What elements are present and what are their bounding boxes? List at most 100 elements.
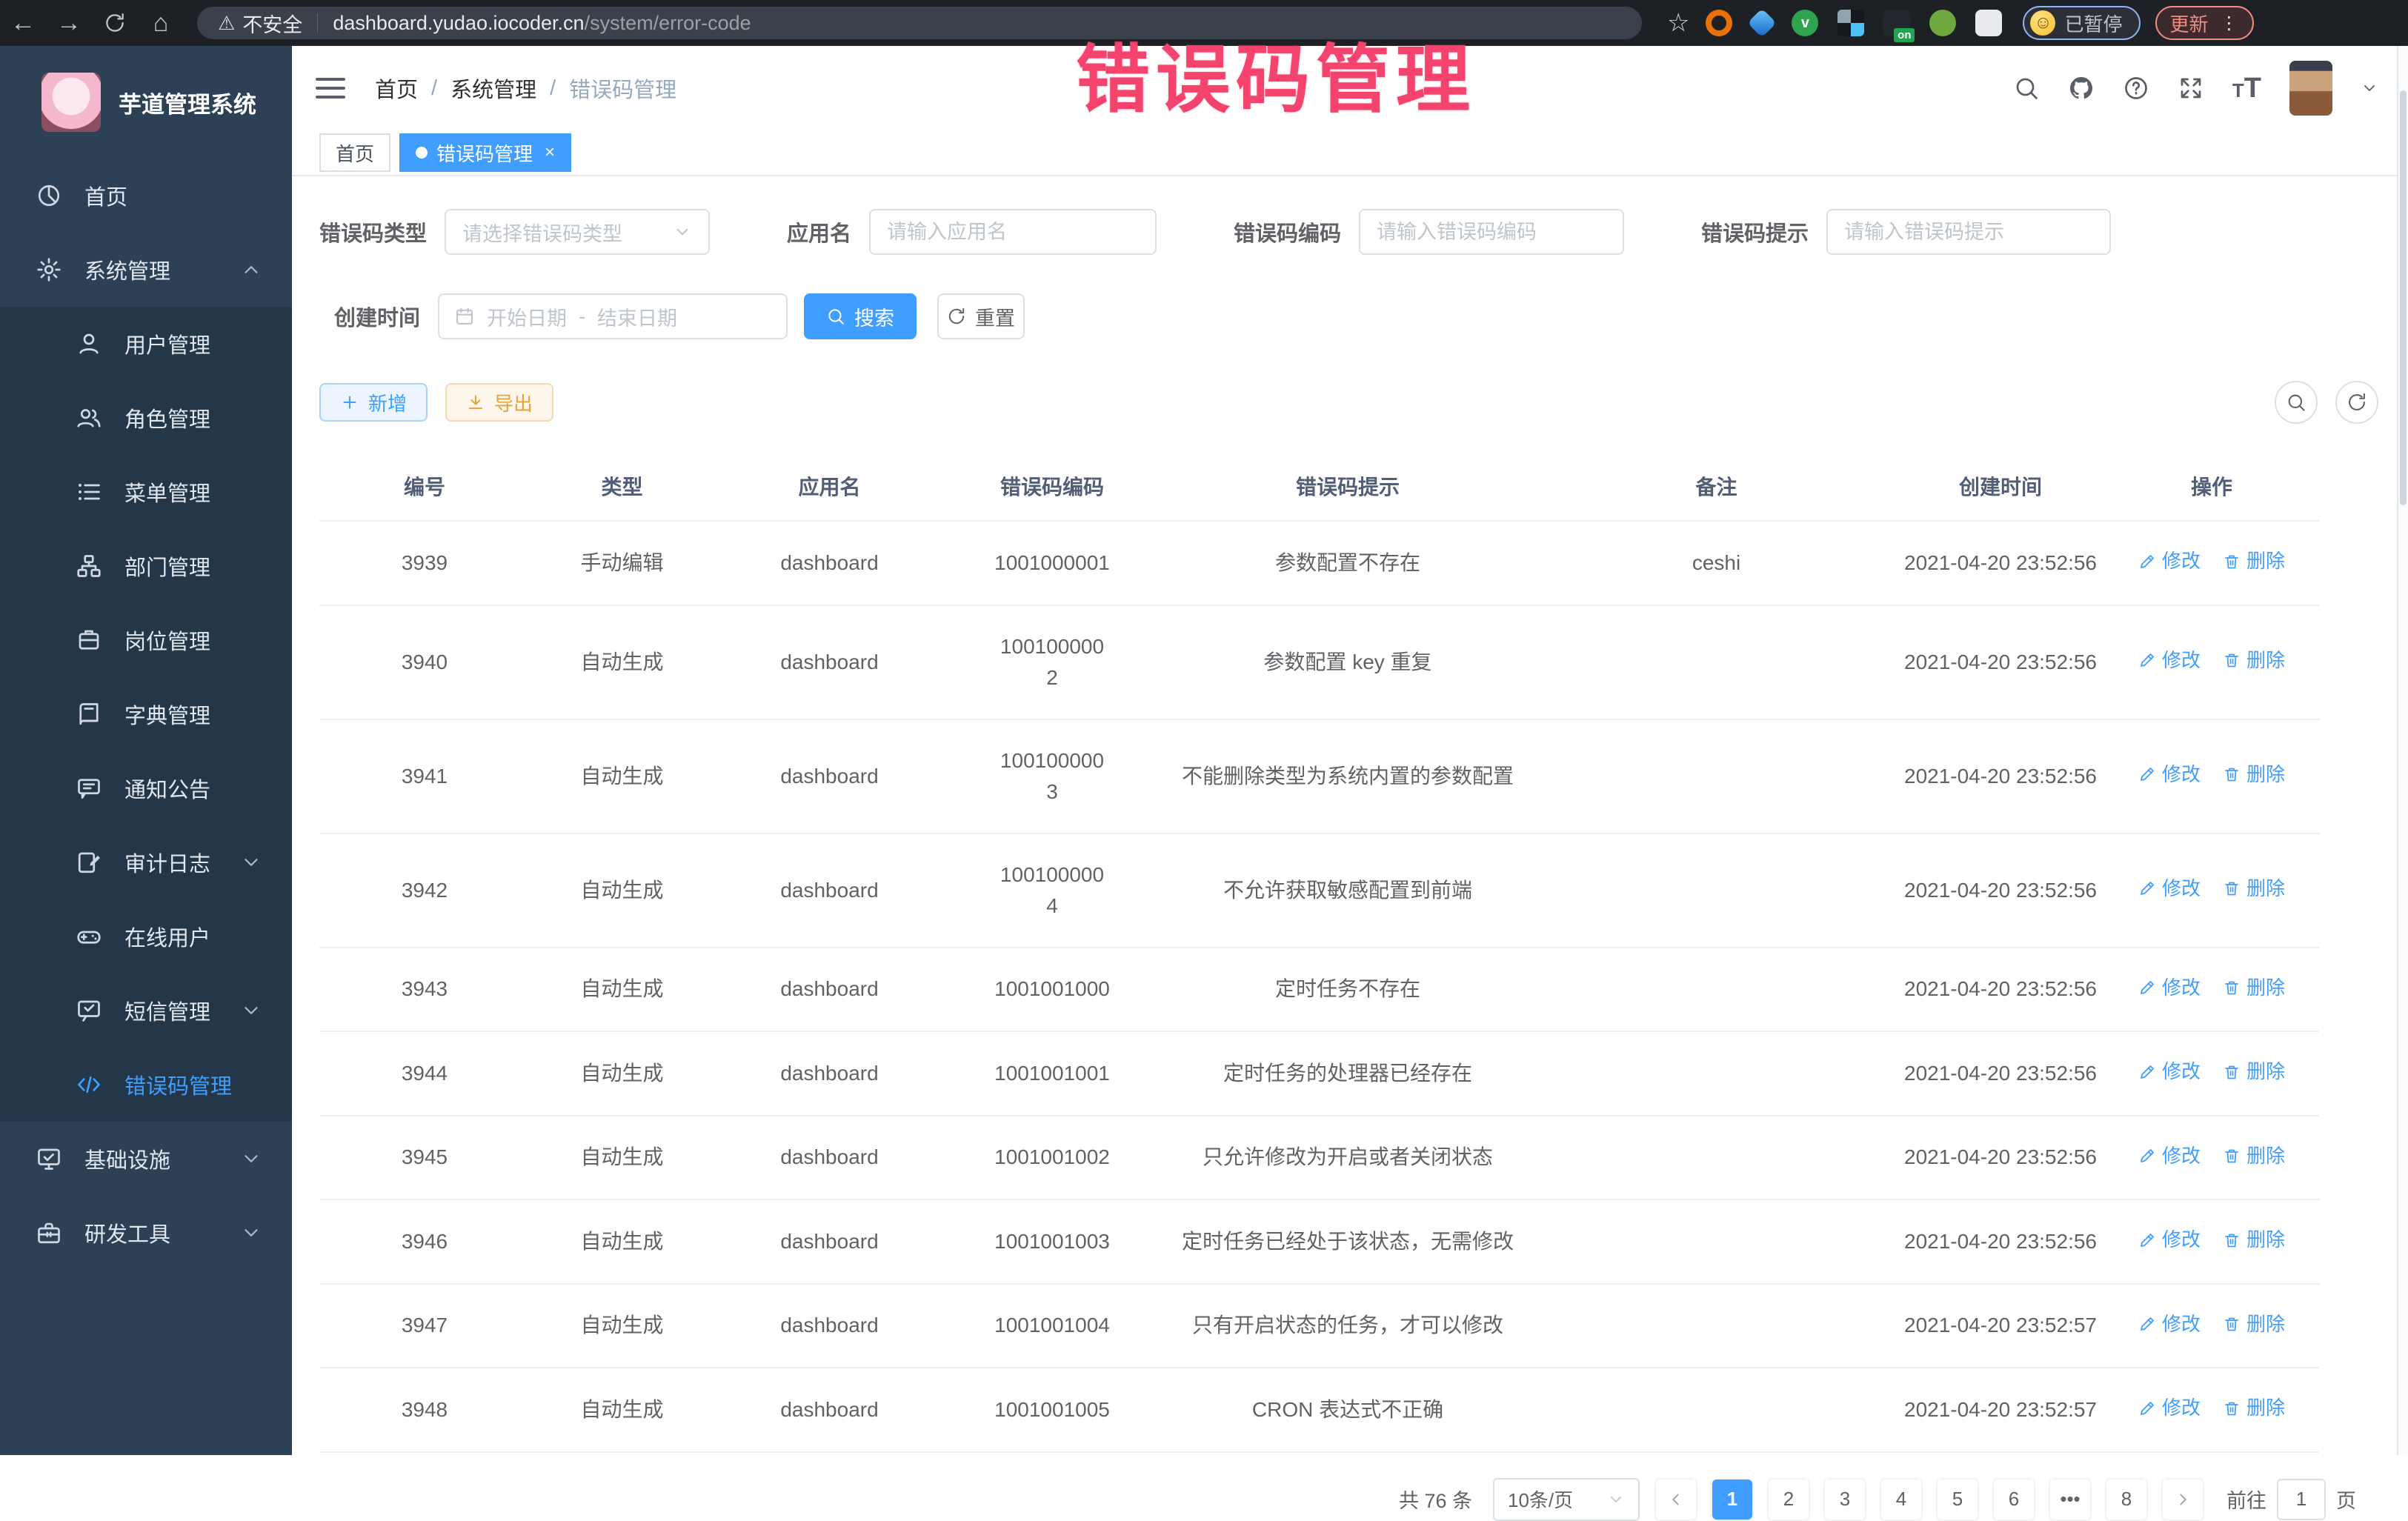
sidebar-item-错误码管理[interactable]: 错误码管理	[0, 1048, 292, 1122]
sidebar-item-部门管理[interactable]: 部门管理	[0, 529, 292, 603]
on-badge-extension-icon[interactable]	[1883, 10, 1910, 36]
browser-update-button[interactable]: 更新 ⋮	[2155, 6, 2254, 40]
refresh-table-button[interactable]	[2335, 381, 2378, 424]
edit-icon	[2138, 1315, 2156, 1333]
date-range-picker[interactable]: 开始日期 - 结束日期	[438, 293, 788, 339]
toggle-search-button[interactable]	[2275, 381, 2318, 424]
forward-icon[interactable]: →	[46, 9, 92, 38]
edit-link[interactable]: 修改	[2138, 760, 2201, 789]
user-caret-icon[interactable]	[2361, 79, 2378, 97]
edit-link[interactable]: 修改	[2138, 1310, 2201, 1339]
green-key-extension-icon[interactable]	[1929, 10, 1956, 36]
github-icon[interactable]	[2068, 75, 2095, 101]
sidebar-item-字典管理[interactable]: 字典管理	[0, 677, 292, 751]
sidebar-item-用户管理[interactable]: 用户管理	[0, 307, 292, 381]
sidebar-item-系统管理[interactable]: 系统管理	[0, 233, 292, 307]
page-button-6[interactable]: 6	[1994, 1480, 2034, 1520]
sidebar-item-短信管理[interactable]: 短信管理	[0, 973, 292, 1048]
search-icon[interactable]	[2013, 75, 2040, 101]
back-icon[interactable]: ←	[0, 9, 46, 38]
sidebar-item-label: 部门管理	[124, 550, 210, 582]
error-code-input[interactable]	[1377, 221, 1606, 244]
next-page-button[interactable]	[2163, 1480, 2203, 1520]
delete-link[interactable]: 删除	[2223, 1394, 2285, 1422]
scrollbar[interactable]	[2397, 46, 2408, 1455]
logo-row[interactable]: 芋道管理系统	[0, 46, 292, 159]
sidebar-item-岗位管理[interactable]: 岗位管理	[0, 603, 292, 677]
home-icon[interactable]: ⌂	[138, 9, 184, 38]
orange-ring-extension-icon[interactable]	[1706, 10, 1732, 36]
breadcrumb-system[interactable]: 系统管理	[450, 73, 536, 104]
page-button-8[interactable]: 8	[2106, 1480, 2146, 1520]
error-type-select[interactable]: 请选择错误码类型	[445, 209, 710, 255]
puzzle-extension-icon[interactable]	[1975, 10, 2002, 36]
sidebar-item-研发工具[interactable]: 研发工具	[0, 1196, 292, 1270]
edit-link[interactable]: 修改	[2138, 646, 2201, 675]
edit-link[interactable]: 修改	[2138, 1057, 2201, 1086]
browser-profile-chip[interactable]: ☺ 已暂停	[2023, 6, 2140, 40]
app-name-input[interactable]	[887, 221, 1139, 244]
breadcrumb-home[interactable]: 首页	[375, 73, 418, 104]
delete-link[interactable]: 删除	[2223, 646, 2285, 675]
add-button[interactable]: 新增	[319, 383, 428, 422]
more-pages-button[interactable]: •••	[2050, 1480, 2090, 1520]
goto-page-input[interactable]	[2277, 1479, 2326, 1520]
fullscreen-icon[interactable]	[2178, 75, 2204, 101]
delete-link[interactable]: 删除	[2223, 1225, 2285, 1254]
search-button[interactable]: 搜索	[804, 293, 917, 339]
cell-id: 3947	[319, 1284, 530, 1368]
bookmark-star-icon[interactable]: ☆	[1667, 8, 1689, 38]
delete-link[interactable]: 删除	[2223, 973, 2285, 1002]
page-button-5[interactable]: 5	[1938, 1480, 1978, 1520]
edit-link[interactable]: 修改	[2138, 1394, 2201, 1422]
prev-page-button[interactable]	[1656, 1480, 1696, 1520]
tab-home[interactable]: 首页	[319, 133, 390, 172]
export-button[interactable]: 导出	[445, 383, 553, 422]
delete-link[interactable]: 删除	[2223, 1310, 2285, 1339]
page-button-4[interactable]: 4	[1881, 1480, 1921, 1520]
blue-gem-extension-icon[interactable]	[1748, 8, 1777, 38]
delete-link[interactable]: 删除	[2223, 1057, 2285, 1086]
sidebar-item-角色管理[interactable]: 角色管理	[0, 381, 292, 455]
page-size-select[interactable]: 10条/页	[1493, 1478, 1640, 1521]
help-icon[interactable]	[2123, 75, 2149, 101]
edit-link[interactable]: 修改	[2138, 973, 2201, 1002]
browser-menu-icon[interactable]: ⋮	[2221, 13, 2239, 34]
cell-remark	[1536, 1199, 1897, 1284]
cell-remark	[1536, 605, 1897, 719]
sidebar-item-基础设施[interactable]: 基础设施	[0, 1122, 292, 1196]
font-size-icon[interactable]: TT	[2232, 74, 2261, 102]
sidebar-item-通知公告[interactable]: 通知公告	[0, 751, 292, 825]
edit-link[interactable]: 修改	[2138, 874, 2201, 903]
delete-link[interactable]: 删除	[2223, 874, 2285, 903]
cell-remark	[1536, 833, 1897, 948]
cell-id: 3944	[319, 1031, 530, 1116]
hamburger-icon[interactable]	[316, 78, 345, 99]
green-v-extension-icon[interactable]: v	[1792, 10, 1818, 36]
table-row: 3940自动生成dashboard1001000002参数配置 key 重复20…	[319, 605, 2319, 719]
reset-button[interactable]: 重置	[937, 293, 1025, 339]
error-hint-input[interactable]	[1844, 221, 2093, 244]
column-header-编号: 编号	[319, 455, 530, 521]
edit-link[interactable]: 修改	[2138, 1142, 2201, 1171]
scrollbar-thumb[interactable]	[2400, 90, 2407, 505]
sidebar-item-菜单管理[interactable]: 菜单管理	[0, 455, 292, 529]
pagination: 共 76 条 10条/页 123456•••8 前往 页	[319, 1478, 2356, 1521]
sidebar-item-审计日志[interactable]: 审计日志	[0, 825, 292, 899]
sidebar-item-在线用户[interactable]: 在线用户	[0, 899, 292, 973]
delete-link[interactable]: 删除	[2223, 1142, 2285, 1171]
reload-icon[interactable]	[92, 12, 138, 34]
page-button-1[interactable]: 1	[1712, 1480, 1752, 1520]
delete-link[interactable]: 删除	[2223, 760, 2285, 789]
page-button-2[interactable]: 2	[1769, 1480, 1809, 1520]
sidebar-item-首页[interactable]: 首页	[0, 159, 292, 233]
edit-link[interactable]: 修改	[2138, 1225, 2201, 1254]
extension-icons: v	[1706, 10, 2002, 36]
page-button-3[interactable]: 3	[1825, 1480, 1865, 1520]
blue-grid-extension-icon[interactable]	[1837, 10, 1864, 36]
edit-link[interactable]: 修改	[2138, 547, 2201, 576]
tab-error-code[interactable]: 错误码管理 ×	[399, 133, 571, 172]
delete-link[interactable]: 删除	[2223, 547, 2285, 576]
close-icon[interactable]: ×	[545, 142, 555, 163]
user-avatar[interactable]	[2289, 61, 2332, 116]
